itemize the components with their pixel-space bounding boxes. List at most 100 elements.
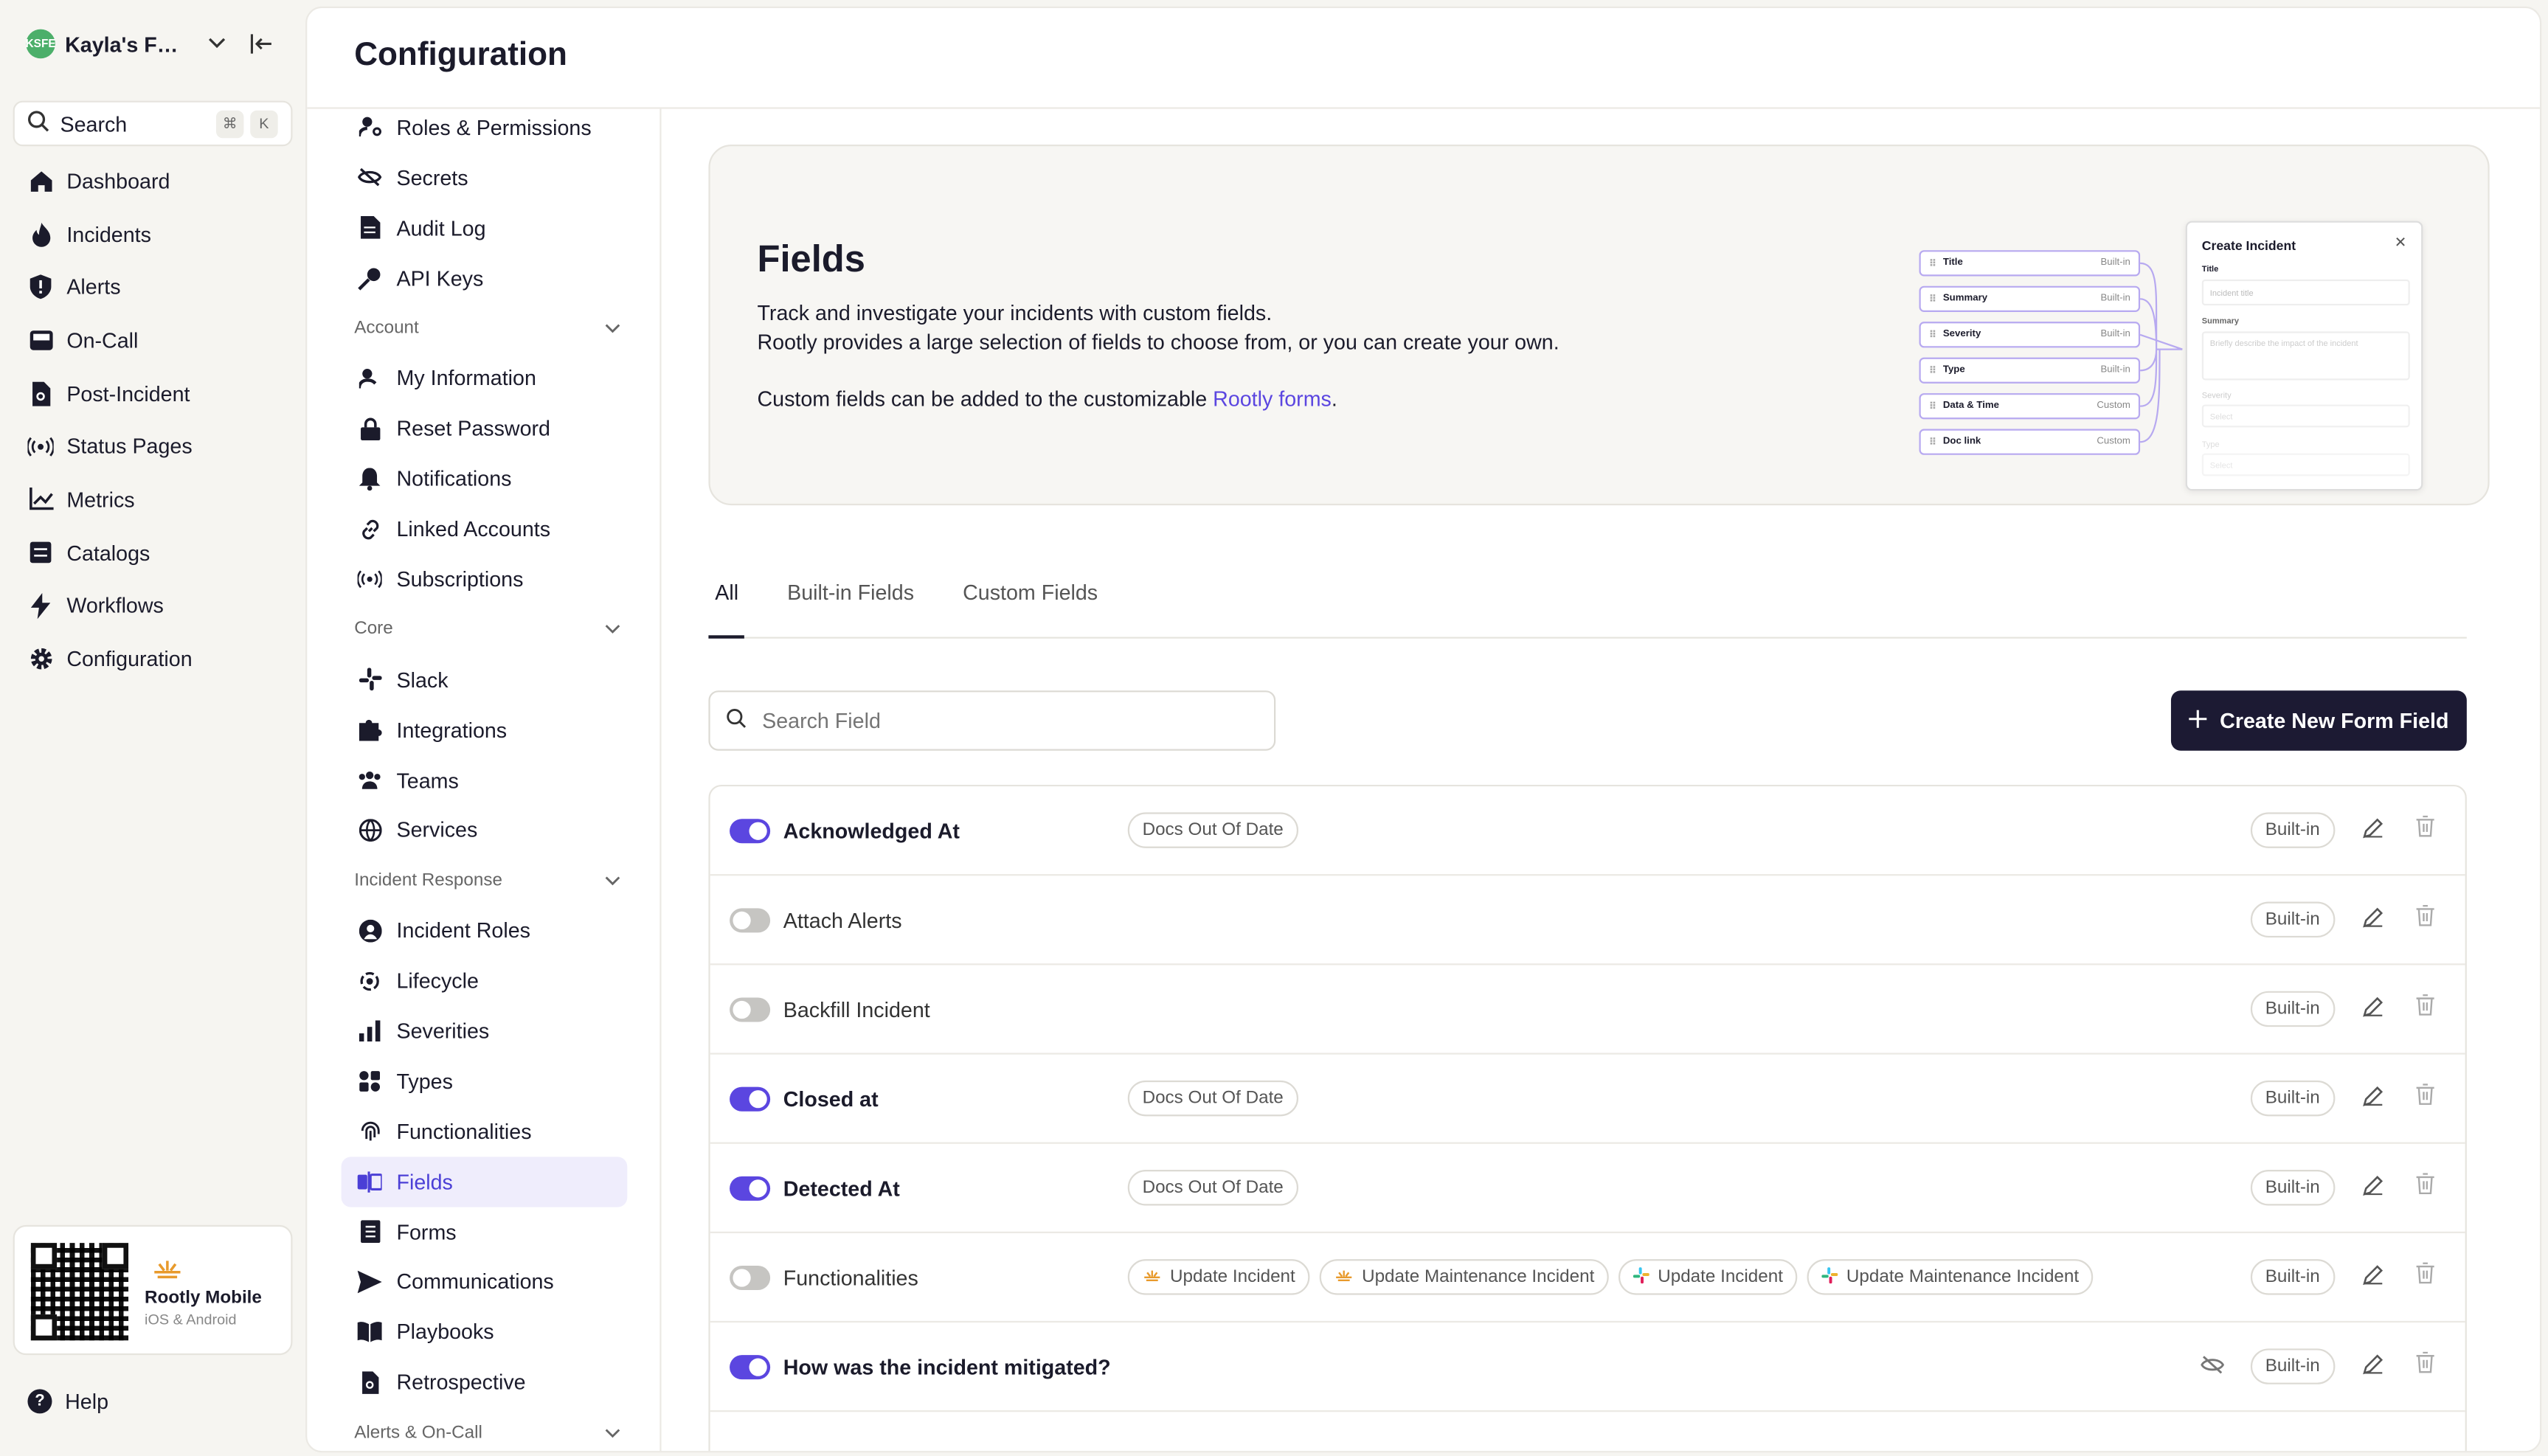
illustration-card-title: Create Incident [2201,238,2296,254]
trash-icon[interactable] [2416,815,2434,845]
subnav-item-retrospective[interactable]: Retrospective [342,1357,628,1407]
help-link[interactable]: ? Help [27,1389,108,1414]
edit-icon[interactable] [2363,1175,2384,1201]
hero-text: Custom fields can be added to the custom… [757,386,1214,412]
edit-icon[interactable] [2363,1085,2384,1111]
tab-custom-fields[interactable]: Custom Fields [956,561,1104,637]
org-switcher[interactable]: KSFE Kayla's Fu... [26,29,226,59]
subnav-label: Teams [396,767,459,792]
field-tag: Update Incident [1619,1259,1798,1295]
field-enabled-toggle[interactable] [730,1354,771,1379]
mobile-app-card[interactable]: Rootly Mobile iOS & Android [13,1224,293,1356]
hero-title: Fields [757,237,865,280]
subnav-item-functionalities[interactable]: Functionalities [342,1106,628,1157]
shortcut-cmd: ⌘ [215,109,244,138]
nav-item-configuration[interactable]: Configuration [13,632,293,685]
trash-icon[interactable] [2416,1351,2434,1382]
subnav-item-services[interactable]: Services [342,805,628,855]
edit-icon[interactable] [2363,817,2384,843]
nav-item-status-pages[interactable]: Status Pages [13,420,293,473]
subnav-label: Linked Accounts [396,516,551,541]
document-search-icon [358,1370,382,1394]
nav-item-on-call[interactable]: On-Call [13,313,293,367]
subnav-item-my-information[interactable]: My Information [342,353,628,403]
trash-icon[interactable] [2416,1084,2434,1113]
subnav-section-account[interactable]: Account [342,303,628,353]
subnav-item-secrets[interactable]: Secrets [342,153,628,203]
subnav-item-fields[interactable]: Fields [341,1156,628,1207]
subnav-item-types[interactable]: Types [342,1056,628,1106]
subnav-item-lifecycle[interactable]: Lifecycle [342,956,628,1006]
nav-item-alerts[interactable]: Alerts [13,260,293,313]
nav-item-catalogs[interactable]: Catalogs [13,526,293,579]
fields-list: Acknowledged At Docs Out Of Date Built-i… [708,784,2467,1452]
slack-icon [1633,1266,1650,1288]
gear-icon [27,646,53,672]
subnav-section-incident-response[interactable]: Incident Response [342,855,628,905]
subnav-item-forms[interactable]: Forms [342,1207,628,1257]
edit-icon[interactable] [2363,906,2384,932]
edit-icon[interactable] [2363,996,2384,1022]
global-search[interactable]: Search ⌘ K [13,100,293,147]
trash-icon[interactable] [2416,904,2434,935]
subnav-section-alerts-oncall[interactable]: Alerts & On-Call [342,1407,628,1451]
nav-item-metrics[interactable]: Metrics [13,473,293,526]
nav-item-incidents[interactable]: Incidents [13,207,293,260]
subnav-item-reset-password[interactable]: Reset Password [342,403,628,454]
subnav-label: Forms [396,1219,457,1244]
subnav-item-integrations[interactable]: Integrations [342,704,628,755]
subnav-item-severities[interactable]: Severities [342,1006,628,1056]
subnav-item-communications[interactable]: Communications [342,1257,628,1307]
illustration-row-tag: Custom [2097,437,2130,447]
subnav-item-api-keys[interactable]: API Keys [342,253,628,303]
subnav-item-roles-permissions[interactable]: Roles & Permissions [342,109,628,153]
nav-item-dashboard[interactable]: Dashboard [13,154,293,207]
field-enabled-toggle[interactable] [730,1264,771,1289]
subnav-item-slack[interactable]: Slack [342,654,628,704]
field-name: Acknowledged At [783,818,960,843]
subnav-item-incident-roles[interactable]: Incident Roles [342,906,628,956]
illustration-row: ⠿ Data & Time Custom [1919,393,2141,420]
hero-description-1: Track and investigate your incidents wit… [757,300,1273,325]
nav-item-post-incident[interactable]: Post-Incident [13,367,293,420]
subnav-label: Playbooks [396,1320,494,1345]
edit-icon[interactable] [2363,1353,2384,1379]
subnav-label: Slack [396,667,449,692]
rootly-forms-link[interactable]: Rootly forms [1213,386,1332,411]
tab-all[interactable]: All [708,561,746,639]
subnav-item-subscriptions[interactable]: Subscriptions [342,554,628,604]
subnav-item-audit-log[interactable]: Audit Log [342,203,628,253]
subnav-item-notifications[interactable]: Notifications [342,454,628,504]
field-search[interactable] [708,690,1276,751]
drag-icon: ⠿ [1928,259,1937,269]
user-circle-icon [358,918,382,943]
search-field-input[interactable] [762,708,1233,733]
trash-icon[interactable] [2416,994,2434,1024]
trash-icon[interactable] [2416,1262,2434,1292]
collapse-sidebar-icon[interactable] [250,32,273,58]
field-enabled-toggle[interactable] [730,818,771,843]
illustration-row-label: Summary [1942,294,1988,304]
page-title: Configuration [354,37,567,74]
field-enabled-toggle[interactable] [730,996,771,1022]
tab-built-in-fields[interactable]: Built-in Fields [780,561,921,637]
search-icon [27,111,49,136]
field-row: Backfill Incident Built-in [710,965,2465,1055]
plus-icon [2189,708,2207,732]
main-panel: Configuration Roles & Permissions Secret… [305,6,2542,1453]
field-enabled-toggle[interactable] [730,907,771,932]
trash-icon[interactable] [2416,1173,2434,1202]
create-new-form-field-button[interactable]: Create New Form Field [2170,690,2467,751]
nav-item-workflows[interactable]: Workflows [13,579,293,632]
drag-icon: ⠿ [1928,437,1937,448]
illustration-row: ⠿ Doc link Custom [1919,429,2141,455]
subnav-item-linked-accounts[interactable]: Linked Accounts [342,504,628,554]
subnav-item-playbooks[interactable]: Playbooks [342,1307,628,1357]
field-enabled-toggle[interactable] [730,1175,771,1200]
field-enabled-toggle[interactable] [730,1086,771,1111]
hero-text: . [1331,386,1337,412]
subnav-section-core[interactable]: Core [342,604,628,654]
subnav-item-teams[interactable]: Teams [342,755,628,805]
edit-icon[interactable] [2363,1264,2384,1290]
illustration-row-label: Type [1942,365,1965,375]
